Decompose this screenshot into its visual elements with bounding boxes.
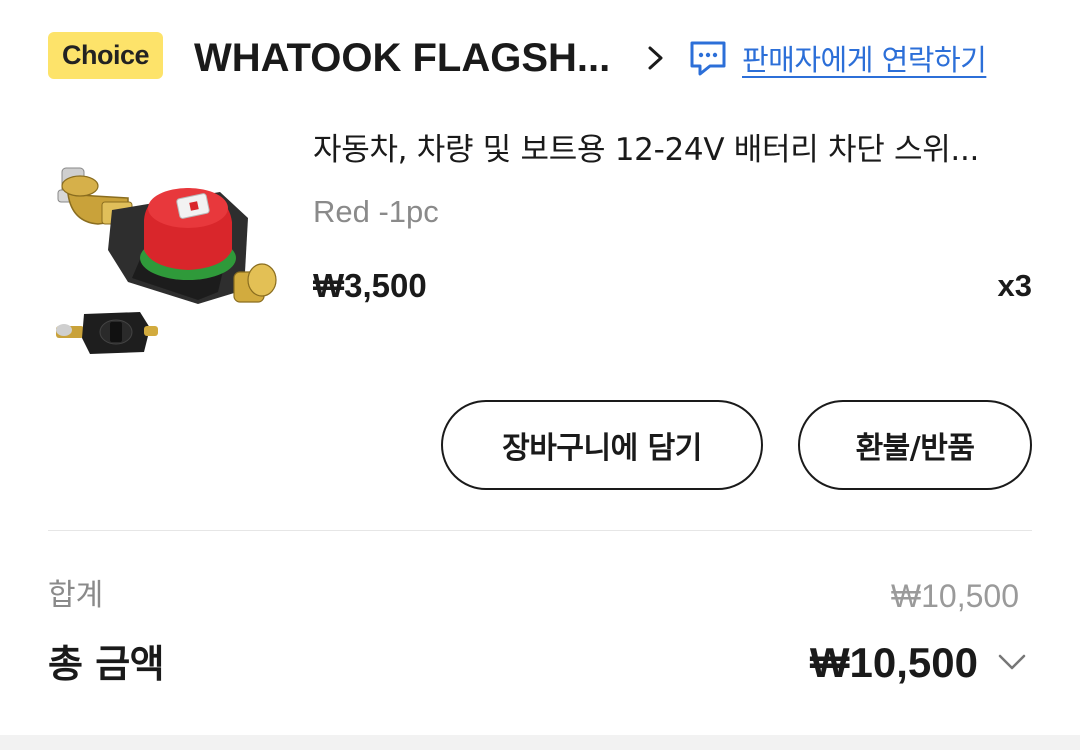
bottom-separator <box>0 735 1080 750</box>
contact-seller-label: 판매자에게 연락하기 <box>742 43 987 77</box>
secondary-switch-shape <box>56 312 158 354</box>
choice-badge: Choice <box>48 32 163 79</box>
add-to-cart-button[interactable]: 장바구니에 담기 <box>441 400 763 490</box>
order-card: Choice WHATOOK FLAGSH... 판매자에게 연락하기 자동차,… <box>0 0 1080 735</box>
subtotal-value: ₩10,500 <box>890 578 1019 614</box>
chevron-right-icon[interactable] <box>644 44 668 72</box>
store-header: Choice WHATOOK FLAGSH... 판매자에게 연락하기 <box>48 32 1032 84</box>
refund-return-button[interactable]: 환불/반품 <box>798 400 1032 490</box>
product-quantity: x3 <box>997 268 1032 303</box>
product-variant: Red -1pc <box>313 194 439 229</box>
product-title-link[interactable]: 자동차, 차량 및 보트용 12-24V 배터리 차단 스위... <box>313 128 1025 172</box>
product-price: ₩3,500 <box>313 267 427 304</box>
product-image[interactable] <box>48 142 290 364</box>
chevron-down-icon[interactable] <box>996 650 1028 674</box>
subtotal-label: 합계 <box>48 578 104 613</box>
total-label: 총 금액 <box>48 642 165 686</box>
chat-bubble-icon <box>690 41 726 76</box>
divider <box>48 530 1032 531</box>
contact-seller-link[interactable]: 판매자에게 연락하기 <box>688 36 987 80</box>
total-value: ₩10,500 <box>809 639 978 686</box>
store-name-link[interactable]: WHATOOK FLAGSH... <box>194 34 626 82</box>
